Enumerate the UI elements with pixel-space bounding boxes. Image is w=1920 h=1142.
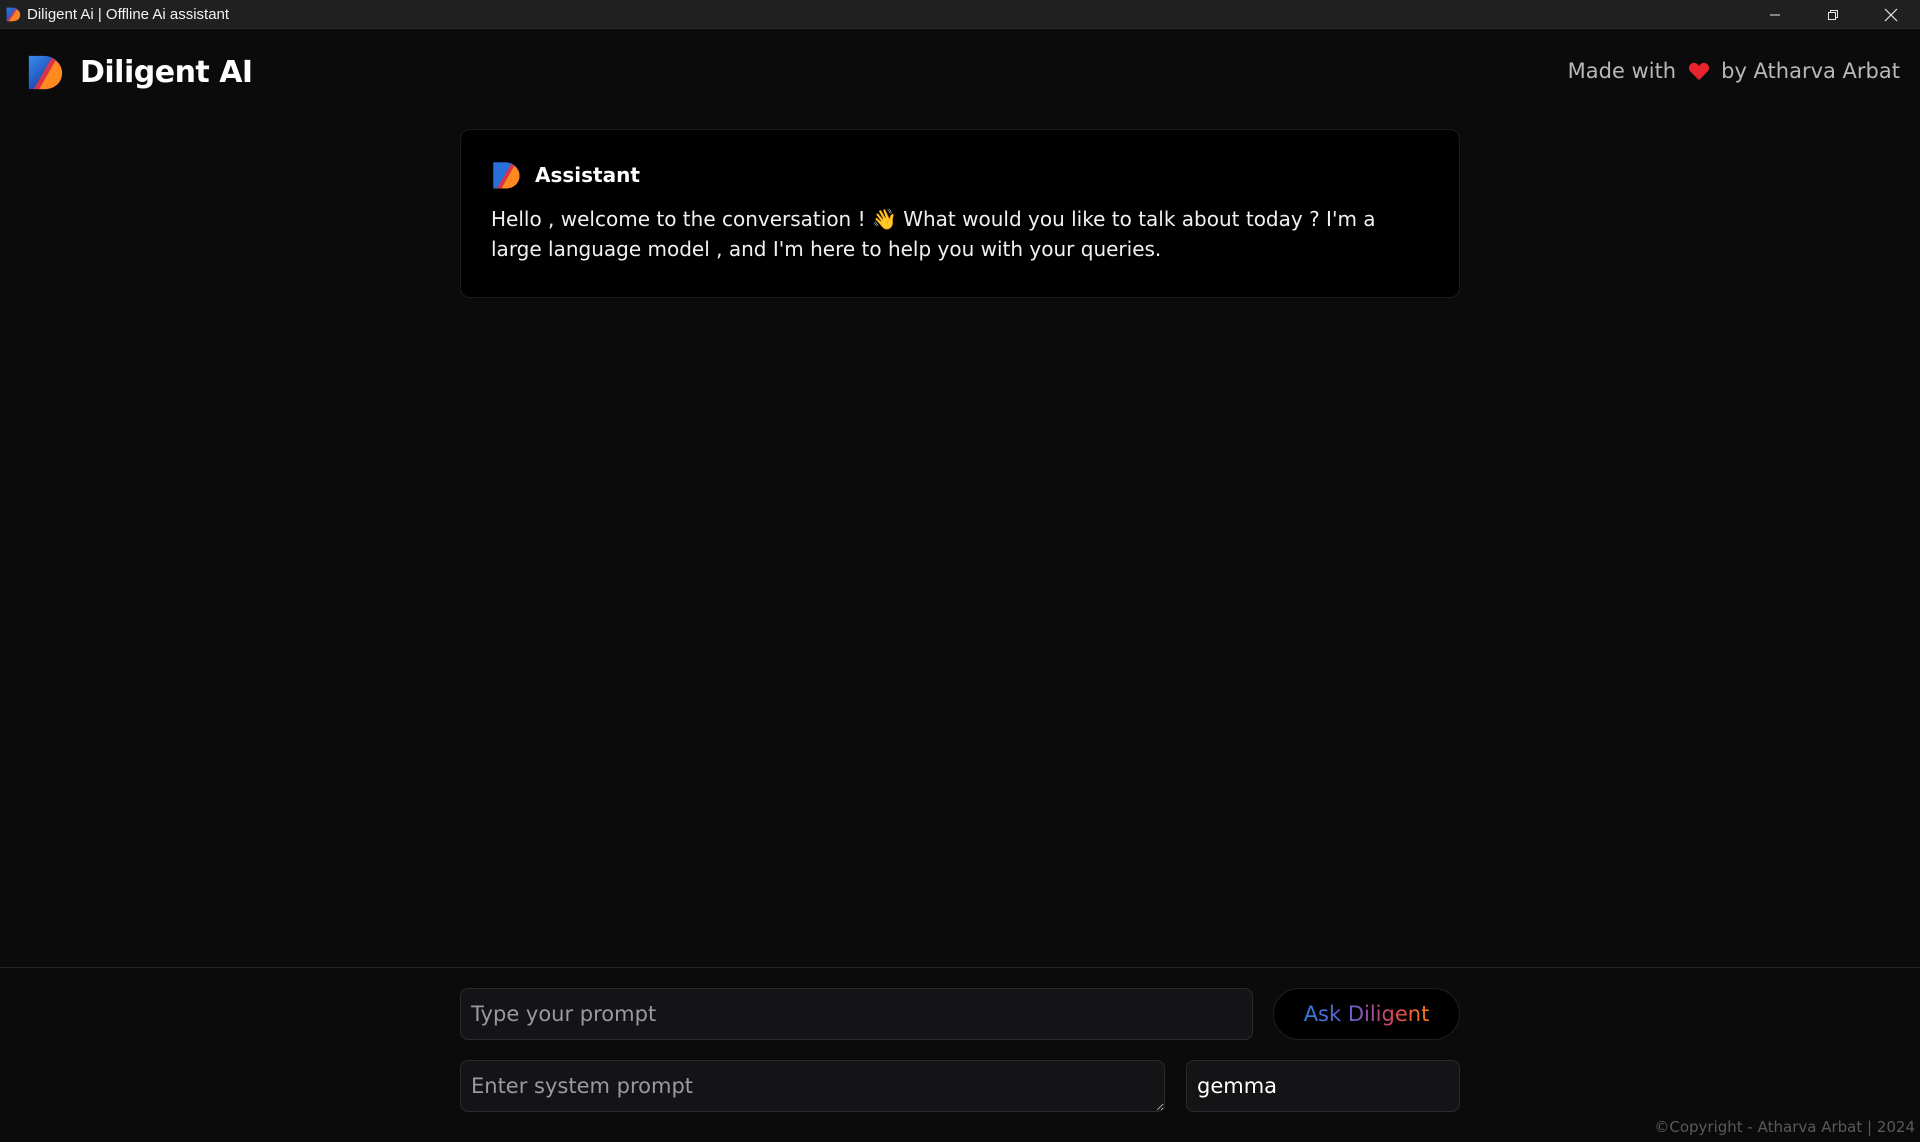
ask-diligent-button[interactable]: Ask Diligent <box>1273 988 1460 1040</box>
close-icon <box>1884 8 1898 21</box>
system-prompt-input[interactable] <box>460 1060 1165 1112</box>
minimize-icon <box>1770 14 1780 15</box>
chat-area[interactable]: Assistant Hello , welcome to the convers… <box>0 119 1920 967</box>
restore-button[interactable] <box>1804 0 1862 29</box>
ask-button-label: Ask Diligent <box>1303 1002 1430 1026</box>
close-button[interactable] <box>1862 0 1920 29</box>
credit-suffix: by Atharva Arbat <box>1721 59 1900 83</box>
model-input[interactable] <box>1186 1060 1460 1112</box>
brand-name: Diligent AI <box>80 54 253 90</box>
message-header: Assistant <box>491 160 1429 190</box>
minimize-button[interactable] <box>1746 0 1804 29</box>
input-panel: Ask Diligent ©Copyright - Atharva Arbat … <box>0 967 1920 1142</box>
window-titlebar: Diligent Ai | Offline Ai assistant <box>0 0 1920 29</box>
prompt-input[interactable] <box>460 988 1253 1040</box>
app-header: Diligent AI Made with by Atharva Arbat <box>0 29 1920 119</box>
assistant-message: Assistant Hello , welcome to the convers… <box>460 129 1460 298</box>
credit-line: Made with by Atharva Arbat <box>1568 59 1900 83</box>
brand: Diligent AI <box>26 53 253 91</box>
copyright-text: ©Copyright - Atharva Arbat | 2024 <box>1654 1118 1915 1136</box>
credit-prefix: Made with <box>1567 59 1677 83</box>
message-role: Assistant <box>535 163 640 187</box>
assistant-avatar-icon <box>493 162 520 189</box>
heart-icon <box>1689 62 1710 81</box>
window-controls <box>1746 0 1920 29</box>
restore-icon <box>1828 9 1838 20</box>
window-title: Diligent Ai | Offline Ai assistant <box>27 5 230 23</box>
message-text: Hello , welcome to the conversation ! 👋 … <box>491 207 1376 261</box>
app-logo-icon <box>6 7 21 22</box>
diligent-logo-icon <box>28 55 63 90</box>
